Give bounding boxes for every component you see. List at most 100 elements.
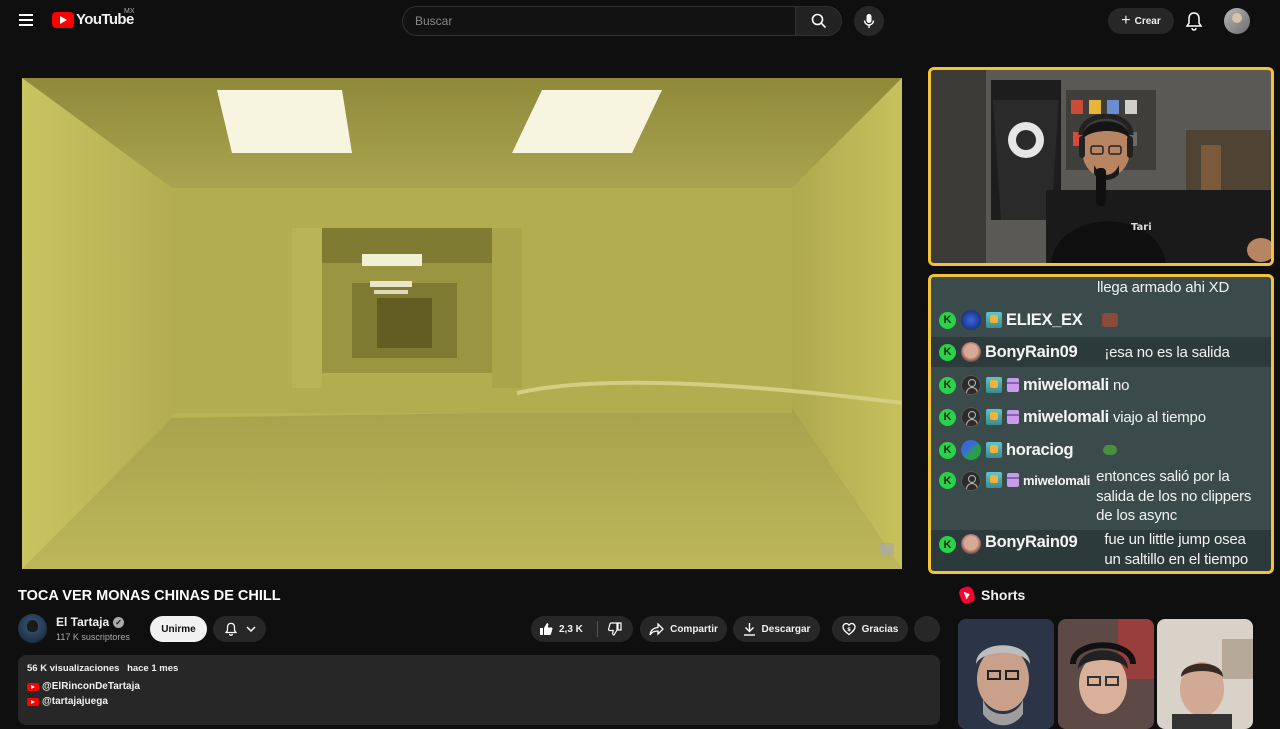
join-button[interactable]: Unirme [150,616,207,642]
video-title: TOCA VER MONAS CHINAS DE CHILL [18,588,281,604]
shorts-title: Shorts [981,587,1026,603]
chevron-down-icon [245,626,256,633]
channel-name[interactable]: El Tartaja [56,615,109,629]
kick-badge-icon: K [939,311,956,329]
chat-message: K miwelomali entonces salió por la salid… [931,467,1271,527]
description-link[interactable]: @tartajajuega [27,696,931,707]
chat-message: K BonyRain09 ¡esa no es la salida [931,337,1271,367]
channel-link[interactable]: @ElRinconDeTartaja [42,681,140,692]
subscriber-count: 117 K suscriptores [56,632,130,642]
chat-message-text: salida de los no clippers [1096,487,1252,505]
chat-message-body: fue un little jump osea un saltillo en e… [1104,530,1248,569]
chat-message-text: de los async [1096,507,1178,524]
user-avatar[interactable] [1224,8,1250,34]
kick-badge-icon: K [939,441,956,459]
watermark-icon [880,543,894,555]
emote-icon [1103,445,1118,455]
video-frame-backrooms [22,78,902,569]
download-button[interactable]: Descargar [733,616,820,642]
user-avatar-icon [961,310,981,330]
menu-icon[interactable] [14,11,38,31]
like-divider [596,621,598,637]
share-button[interactable]: Compartir [640,616,727,642]
chat-message: K ELIEX_EX [931,307,1271,333]
short-thumbnail[interactable] [958,619,1054,729]
thanks-icon: $ [841,622,856,636]
chat-username: ELIEX_EX [1006,310,1083,329]
subscriber-badge-icon [986,377,1002,393]
user-avatar-icon [961,471,981,491]
subscriber-badge-icon [986,442,1002,458]
like-count[interactable]: 2,3 K [559,624,583,635]
notifications-button[interactable] [1184,10,1204,32]
thanks-label: Gracias [861,623,899,635]
thanks-button[interactable]: $ Gracias [832,616,908,642]
kick-badge-icon: K [939,472,956,489]
chat-message: K BonyRain09 fue un little jump osea un … [931,530,1271,571]
kick-badge-icon: K [939,536,956,553]
description-box[interactable]: 56 K visualizaciones hace 1 mes @ElRinco… [18,655,940,725]
kick-badge-icon: K [939,343,956,361]
download-label: Descargar [761,623,811,635]
chat-username: miwelomali [1023,375,1109,394]
mic-icon [863,14,875,28]
youtube-icon [27,682,39,691]
search-button[interactable] [796,6,842,36]
chat-message-text: entonces salió por la [1096,468,1230,485]
chat-message: K miwelomali viajo al tiempo [931,404,1271,430]
user-avatar-icon [961,407,981,427]
webcam-image: Tari [931,70,1271,263]
share-label: Compartir [670,623,718,635]
voice-search-button[interactable] [854,6,884,36]
region-code: MX [124,8,135,15]
chat-message-text: no [1112,376,1130,394]
view-count: 56 K visualizaciones [27,663,120,674]
create-button[interactable]: + Crear [1108,8,1174,34]
user-avatar-icon [961,375,981,395]
youtube-logo[interactable]: YouTube MX [52,8,135,28]
svg-text:$: $ [847,627,851,633]
like-icon[interactable] [539,622,553,636]
gift-badge-icon [1007,378,1019,392]
svg-text:Tari: Tari [1131,222,1152,233]
chat-username: BonyRain09 [985,533,1078,551]
verified-icon: ✓ [113,616,125,628]
channel-avatar[interactable] [18,614,47,643]
description-meta: 56 K visualizaciones hace 1 mes [27,663,931,674]
description-link[interactable]: @ElRinconDeTartaja [27,681,931,692]
shorts-icon [957,585,977,605]
short-thumbnail[interactable] [1157,619,1253,729]
short-thumbnail-image [1058,619,1154,729]
search-input[interactable] [402,6,796,36]
video-player[interactable] [22,78,902,569]
chat-message-body: entonces salió por la salida de los no c… [1096,467,1251,526]
chat-username: miwelomali [1023,473,1091,488]
user-avatar-icon [961,440,981,460]
chat-message: llega armado ahi XD [931,279,1271,296]
channel-link[interactable]: @tartajajuega [42,696,108,707]
shorts-header: Shorts [957,585,1026,605]
bell-icon [1185,12,1203,31]
like-dislike-group: 2,3 K [531,616,633,642]
notifications-toggle[interactable] [213,616,266,642]
gift-badge-icon [1007,410,1019,424]
chat-username: horaciog [1006,440,1074,459]
chat-message: K horaciog [931,437,1271,463]
short-thumbnail-image [958,619,1054,729]
channel-name-row[interactable]: El Tartaja ✓ [56,615,125,629]
search-icon [811,13,826,29]
emote-icon [1102,313,1119,327]
top-bar: YouTube MX + Crear [0,0,1280,42]
download-icon [743,623,755,636]
search-bar [402,6,842,36]
more-actions-button[interactable] [914,616,940,642]
chat-message-text: llega armado ahi XD [1097,279,1230,296]
subscriber-badge-icon [986,312,1002,328]
chat-message-text: viajo al tiempo [1112,408,1206,426]
dislike-icon[interactable] [607,622,622,636]
subscriber-badge-icon [986,409,1002,425]
upload-date: hace 1 mes [127,663,179,674]
short-thumbnail[interactable] [1058,619,1154,729]
user-avatar-icon [961,534,981,554]
chat-username: BonyRain09 [985,342,1078,361]
